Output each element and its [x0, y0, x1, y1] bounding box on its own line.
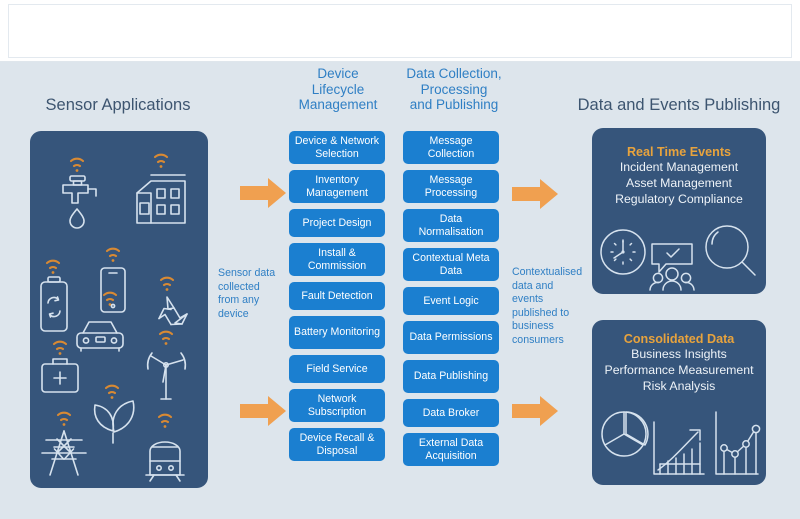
sensor-icons-art: [30, 131, 208, 488]
heading-device-lifecycle-management: Device Lifecycle Management: [298, 66, 378, 113]
consolidated-data-line-3: Risk Analysis: [642, 378, 716, 393]
consolidated-data-icons: [592, 408, 766, 484]
box-inventory-management[interactable]: Inventory Management: [289, 170, 385, 203]
arrow-processing-to-publishing-top: [512, 179, 558, 209]
real-time-events-text: Real Time Events Incident Management Ass…: [592, 145, 766, 207]
heading-data-collection-processing-publishing: Data Collection, Processing and Publishi…: [406, 66, 502, 113]
heading-sensor-applications: Sensor Applications: [45, 96, 191, 114]
real-time-events-line-3: Regulatory Compliance: [615, 191, 743, 206]
box-contextual-meta-data[interactable]: Contextual Meta Data: [403, 248, 499, 281]
real-time-events-icons: [592, 220, 766, 292]
arrow-sensors-to-lifecycle-top: [240, 178, 286, 208]
diagram-canvas: Sensor Applications Device Lifecycle Man…: [0, 0, 800, 519]
consolidated-data-title: Consolidated Data: [623, 332, 735, 346]
consolidated-data-text: Consolidated Data Business Insights Perf…: [592, 332, 766, 394]
box-message-processing[interactable]: Message Processing: [403, 170, 499, 203]
box-data-broker[interactable]: Data Broker: [403, 399, 499, 427]
box-external-data-acquisition[interactable]: External Data Acquisition: [403, 433, 499, 466]
real-time-events-line-1: Incident Management: [619, 160, 739, 175]
data-collection-processing-publishing-column: Message Collection Message Processing Da…: [403, 131, 499, 472]
box-data-permissions[interactable]: Data Permissions: [403, 321, 499, 354]
box-device-recall-disposal[interactable]: Device Recall & Disposal: [289, 428, 385, 461]
real-time-events-panel: Real Time Events Incident Management Ass…: [592, 128, 766, 294]
caption-sensor-data-collected: Sensor data collected from any device: [218, 267, 276, 320]
box-data-normalisation[interactable]: Data Normalisation: [403, 209, 499, 242]
box-data-publishing[interactable]: Data Publishing: [403, 360, 499, 393]
box-network-subscription[interactable]: Network Subscription: [289, 389, 385, 422]
consolidated-data-line-2: Performance Measurement: [604, 362, 754, 377]
real-time-events-title: Real Time Events: [626, 145, 732, 159]
box-device-network-selection[interactable]: Device & Network Selection: [289, 131, 385, 164]
device-lifecycle-management-column: Device & Network Selection Inventory Man…: [289, 131, 385, 467]
real-time-events-line-2: Asset Management: [626, 175, 732, 190]
box-field-service[interactable]: Field Service: [289, 355, 385, 383]
box-battery-monitoring[interactable]: Battery Monitoring: [289, 316, 385, 349]
consolidated-data-panel: Consolidated Data Business Insights Perf…: [592, 320, 766, 485]
heading-data-and-events-publishing: Data and Events Publishing: [577, 96, 781, 114]
box-project-design[interactable]: Project Design: [289, 209, 385, 237]
box-message-collection[interactable]: Message Collection: [403, 131, 499, 164]
sensor-applications-panel: [30, 131, 208, 488]
box-install-commission[interactable]: Install & Commission: [289, 243, 385, 276]
box-event-logic[interactable]: Event Logic: [403, 287, 499, 315]
top-white-band-inner: [8, 4, 792, 58]
top-white-band: [0, 0, 800, 62]
arrow-sensors-to-lifecycle-bottom: [240, 396, 286, 426]
arrow-processing-to-publishing-bottom: [512, 396, 558, 426]
box-fault-detection[interactable]: Fault Detection: [289, 282, 385, 310]
caption-contextualised-data-published: Contextualised data and events published…: [512, 266, 583, 346]
consolidated-data-line-1: Business Insights: [631, 347, 727, 362]
